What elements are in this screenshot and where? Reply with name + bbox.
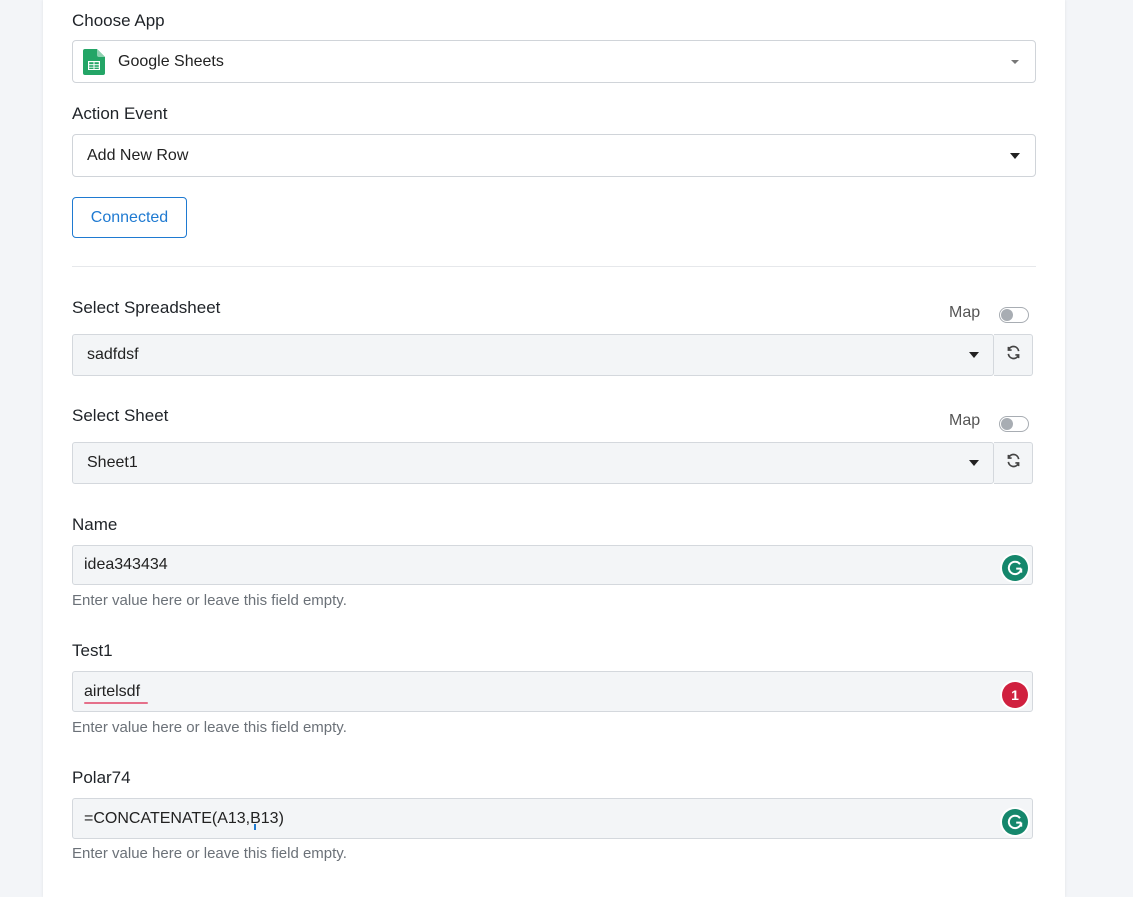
test1-value: airtelsdf bbox=[84, 682, 141, 700]
spreadsheet-map-toggle[interactable] bbox=[999, 307, 1029, 323]
spelling-underline bbox=[84, 702, 148, 704]
refresh-icon bbox=[1006, 345, 1021, 365]
section-divider bbox=[72, 266, 1036, 267]
choose-app-label: Choose App bbox=[72, 11, 165, 30]
action-event-select[interactable]: Add New Row bbox=[72, 134, 1036, 177]
polar74-label: Polar74 bbox=[72, 768, 131, 787]
action-event-label: Action Event bbox=[72, 104, 168, 123]
chevron-down-icon bbox=[1010, 153, 1020, 159]
sheet-map-toggle[interactable] bbox=[999, 416, 1029, 432]
choose-app-value: Google Sheets bbox=[118, 52, 224, 70]
test1-help-text: Enter value here or leave this field emp… bbox=[72, 719, 347, 736]
sheet-value: Sheet1 bbox=[87, 454, 138, 471]
spreadsheet-label: Select Spreadsheet bbox=[72, 298, 221, 317]
spreadsheet-refresh-button[interactable] bbox=[994, 334, 1033, 376]
sheet-refresh-button[interactable] bbox=[994, 442, 1033, 484]
spreadsheet-select[interactable]: sadfdsf bbox=[72, 334, 994, 376]
grammarly-icon[interactable] bbox=[1002, 809, 1028, 835]
name-label: Name bbox=[72, 515, 118, 534]
choose-app-select[interactable]: Google Sheets bbox=[72, 40, 1036, 83]
sheet-label: Select Sheet bbox=[72, 406, 169, 425]
polar74-help-text: Enter value here or leave this field emp… bbox=[72, 845, 347, 862]
test1-input[interactable]: airtelsdf 1 bbox=[72, 671, 1033, 712]
refresh-icon bbox=[1006, 453, 1021, 473]
chevron-down-icon bbox=[969, 460, 979, 466]
google-sheets-icon bbox=[83, 49, 105, 80]
sheet-select[interactable]: Sheet1 bbox=[72, 442, 994, 484]
grammar-issue-badge[interactable]: 1 bbox=[1002, 682, 1028, 708]
connected-button[interactable]: Connected bbox=[72, 197, 187, 238]
spreadsheet-map-label: Map bbox=[949, 304, 981, 321]
sheet-map-label: Map bbox=[949, 412, 981, 429]
chevron-down-icon bbox=[1011, 59, 1019, 64]
spreadsheet-value: sadfdsf bbox=[87, 346, 139, 363]
toggle-knob bbox=[1001, 309, 1013, 321]
polar74-input[interactable]: =CONCATENATE(A13,B13) bbox=[72, 798, 1033, 839]
name-help-text: Enter value here or leave this field emp… bbox=[72, 592, 347, 609]
action-event-value: Add New Row bbox=[87, 146, 189, 164]
name-value: idea343434 bbox=[84, 556, 168, 573]
toggle-knob bbox=[1001, 418, 1013, 430]
name-input[interactable]: idea343434 bbox=[72, 545, 1033, 585]
spelling-underline bbox=[254, 824, 256, 830]
chevron-down-icon bbox=[969, 352, 979, 358]
test1-label: Test1 bbox=[72, 641, 113, 660]
grammarly-icon[interactable] bbox=[1002, 555, 1028, 581]
